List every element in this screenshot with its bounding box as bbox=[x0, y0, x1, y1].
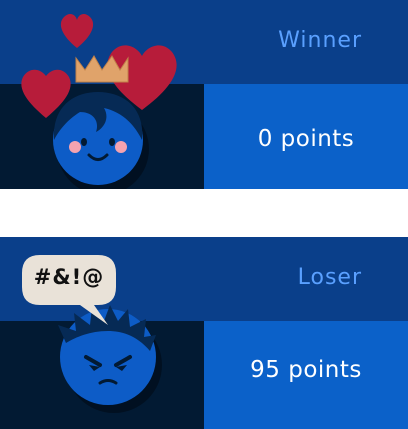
loser-title: Loser bbox=[297, 265, 362, 290]
angry-face-avatar bbox=[58, 305, 156, 405]
speech-bubble-text: #&!@ bbox=[33, 265, 105, 289]
happy-face-avatar bbox=[53, 92, 143, 185]
loser-points: 95 points bbox=[250, 357, 362, 383]
winner-points: 0 points bbox=[257, 126, 355, 152]
winner-illustration bbox=[21, 13, 177, 189]
loser-card: #&!@ Loser 95 points bbox=[0, 237, 408, 429]
winner-title: Winner bbox=[278, 28, 362, 53]
winner-card: Winner 0 points bbox=[0, 0, 408, 189]
heart-icon bbox=[60, 13, 94, 49]
